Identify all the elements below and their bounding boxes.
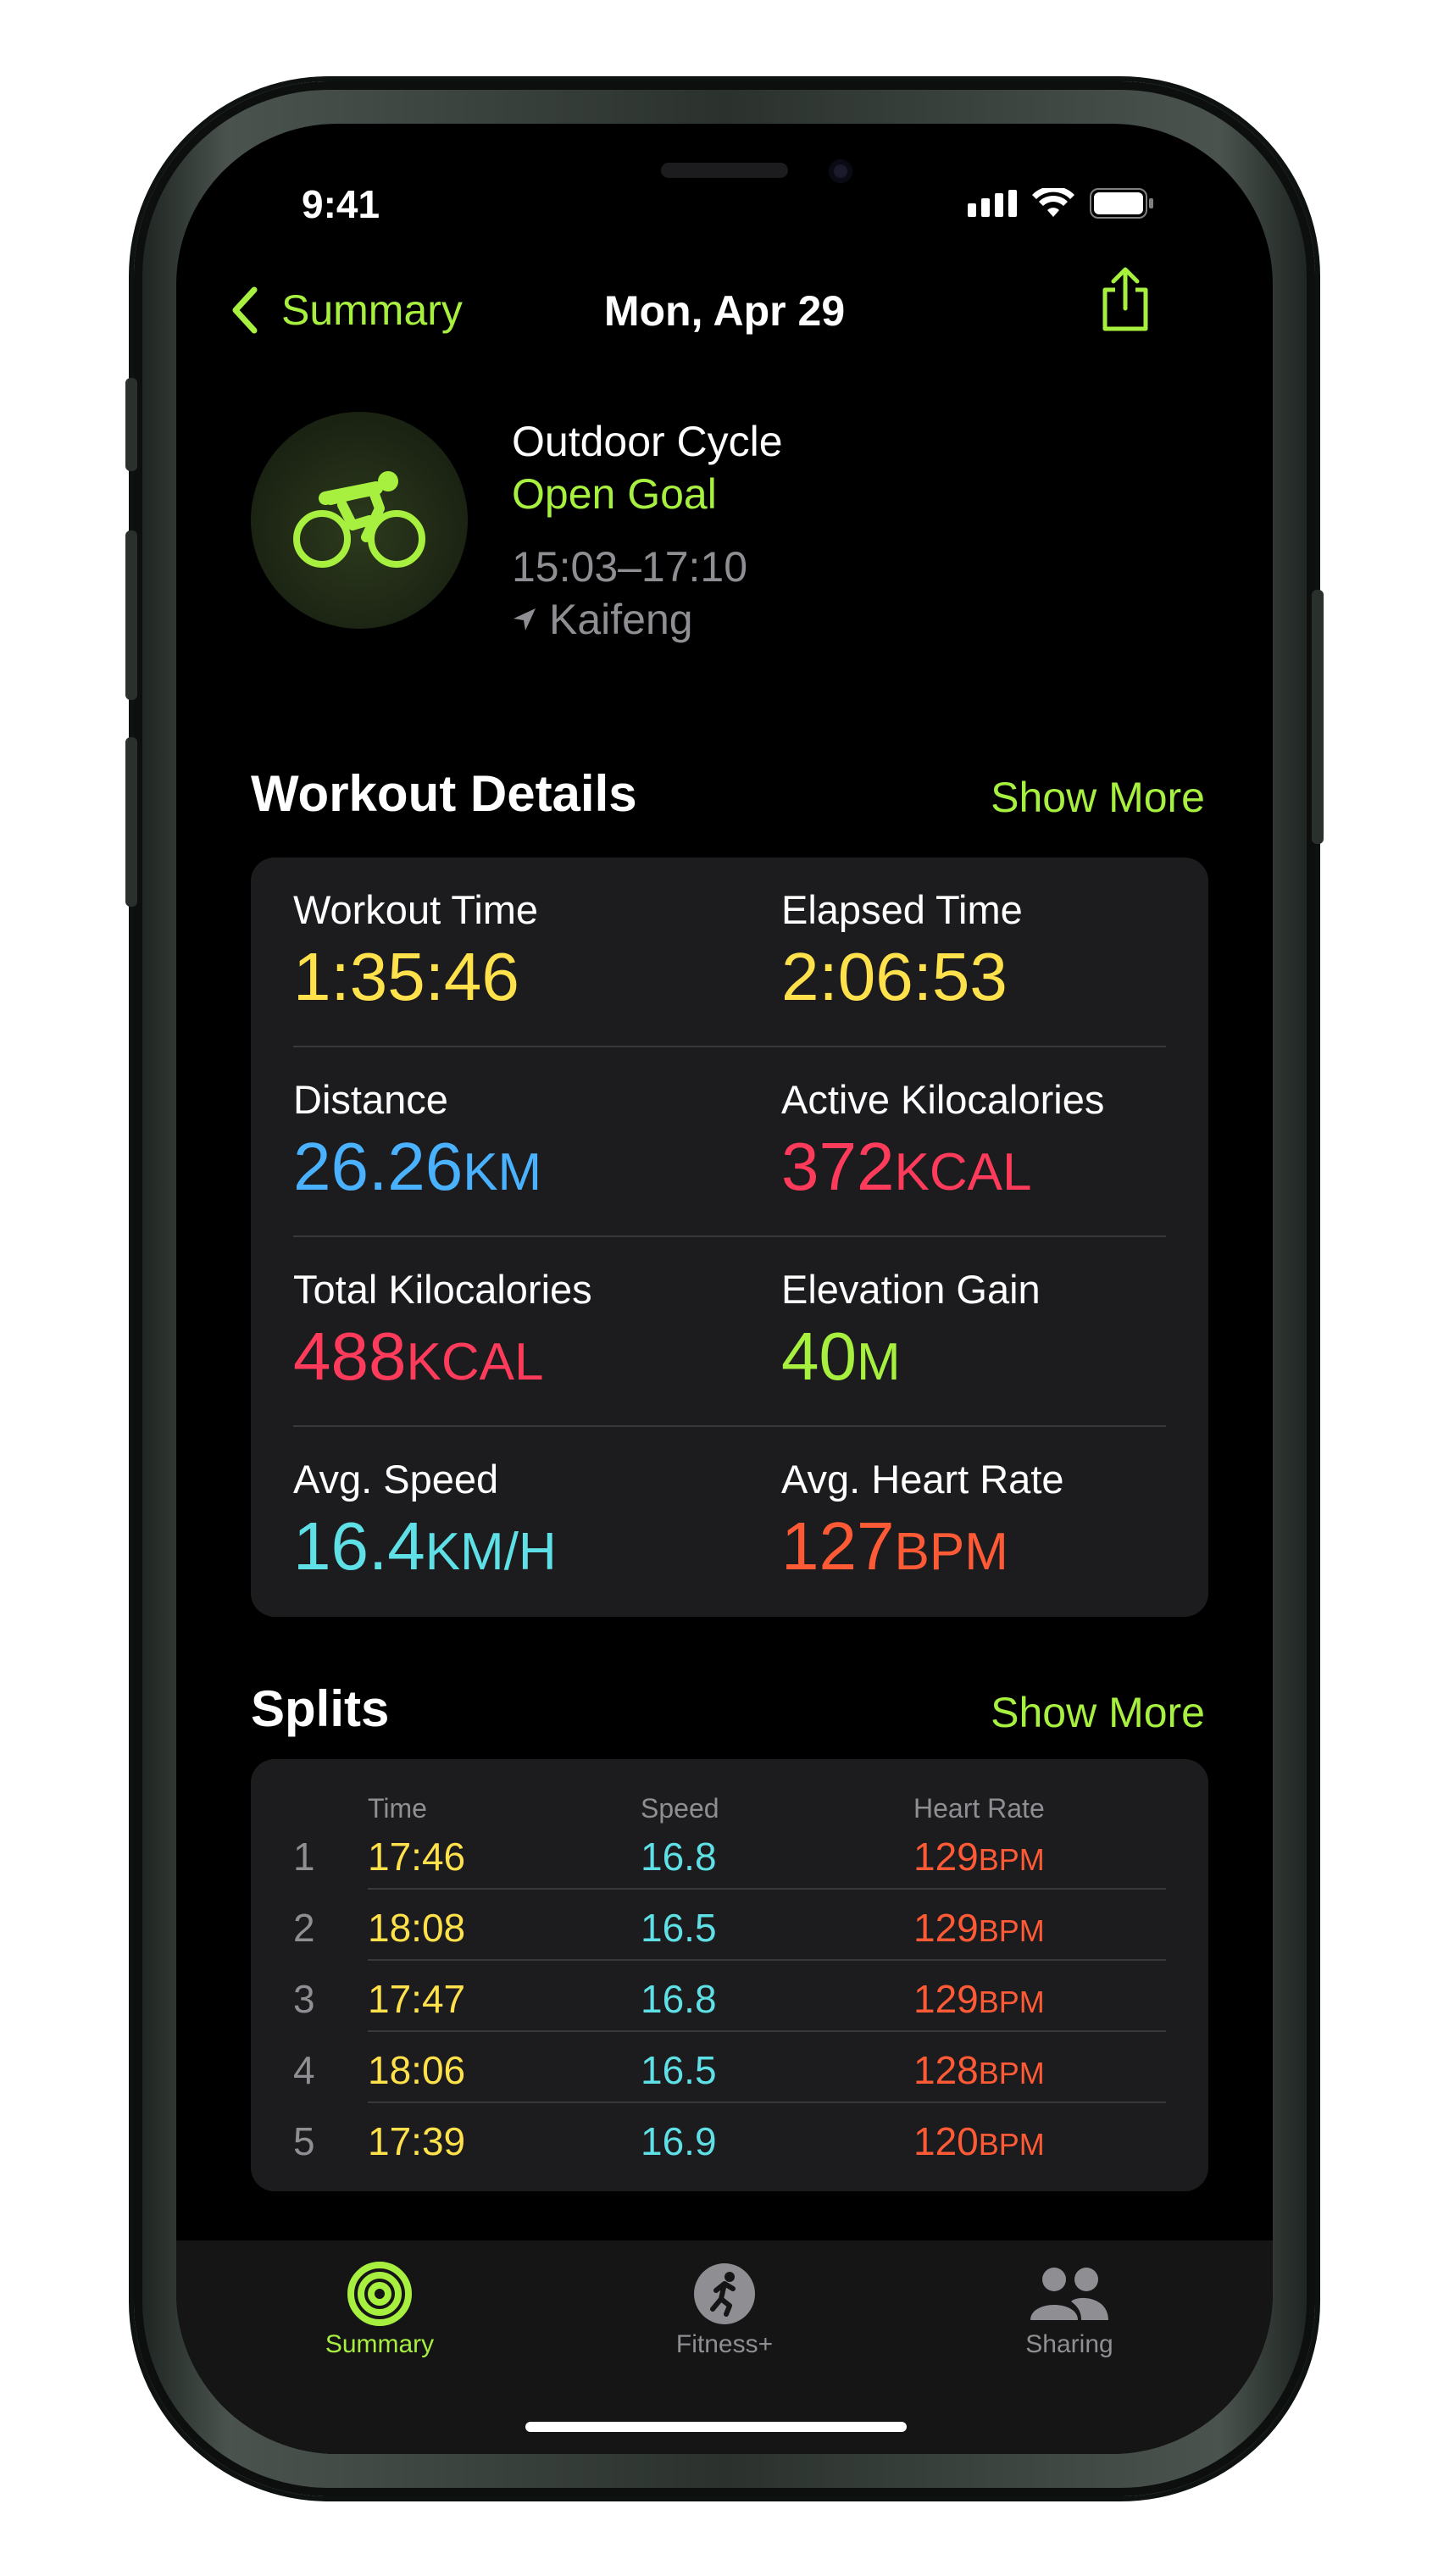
metric-value: 488KCAL — [293, 1319, 544, 1394]
split-index: 5 — [293, 2119, 315, 2163]
tab-summary[interactable]: Summary — [253, 2257, 507, 2359]
splits-card: Time Speed Heart Rate 1 17:46 16.8 129BP… — [251, 1759, 1208, 2191]
metric-label: Avg. Heart Rate — [781, 1457, 1064, 1502]
metric-value: 372KCAL — [781, 1129, 1032, 1204]
split-time: 18:06 — [368, 2048, 466, 2092]
metric-value: 16.4KM/H — [293, 1508, 557, 1584]
workout-type-badge — [251, 412, 468, 629]
split-time: 18:08 — [368, 1906, 466, 1950]
split-time: 17:47 — [368, 1977, 466, 2021]
split-index: 1 — [293, 1835, 315, 1879]
activity-rings-icon — [347, 2262, 412, 2326]
metric-elapsed-time: Elapsed Time 2:06:53 — [781, 886, 1256, 1016]
tab-label: Fitness+ — [675, 2330, 774, 2358]
tab-bar: Summary Fitness+ Sharing — [176, 2240, 1273, 2454]
metric-avg-heart-rate: Avg. Heart Rate 127BPM — [781, 1456, 1256, 1585]
split-speed: 16.9 — [641, 2119, 717, 2163]
side-button — [1312, 590, 1324, 844]
metric-label: Elapsed Time — [781, 887, 1023, 932]
tab-fitness-plus[interactable]: Fitness+ — [597, 2257, 852, 2359]
divider — [293, 1235, 1166, 1237]
metric-label: Distance — [293, 1077, 448, 1122]
split-heart-rate: 128BPM — [913, 2048, 1045, 2092]
metric-label: Elevation Gain — [781, 1267, 1041, 1312]
split-time: 17:46 — [368, 1835, 466, 1879]
metric-value: 127BPM — [781, 1508, 1008, 1584]
tab-label: Sharing — [1025, 2330, 1113, 2358]
volume-down-button — [125, 737, 137, 907]
status-icons — [968, 188, 1154, 219]
metric-label: Workout Time — [293, 887, 539, 932]
split-heart-rate: 129BPM — [913, 1835, 1045, 1879]
screen: 9:41 Summary Mon, Apr 29 Outdoor Cycle O… — [176, 124, 1273, 2454]
metric-value: 1:35:46 — [293, 939, 519, 1014]
metric-total-kilocalories: Total Kilocalories 488KCAL — [293, 1266, 768, 1396]
volume-up-button — [125, 530, 137, 700]
split-row: 5 17:39 16.9 120BPM — [251, 2103, 1208, 2174]
metric-label: Avg. Speed — [293, 1457, 499, 1502]
split-time: 17:39 — [368, 2119, 466, 2163]
split-index: 3 — [293, 1977, 315, 2021]
metric-distance: Distance 26.26KM — [293, 1076, 768, 1206]
earpiece-speaker — [661, 163, 788, 178]
battery-icon — [1090, 188, 1153, 219]
tab-label: Summary — [325, 2330, 435, 2358]
workout-details-show-more[interactable]: Show More — [991, 773, 1205, 822]
metric-avg-speed: Avg. Speed 16.4KM/H — [293, 1456, 768, 1585]
metric-value: 26.26KM — [293, 1129, 542, 1204]
metric-active-kilocalories: Active Kilocalories 372KCAL — [781, 1076, 1256, 1206]
split-speed: 16.8 — [641, 1977, 717, 2021]
tab-sharing[interactable]: Sharing — [942, 2257, 1196, 2359]
workout-details-card: Workout Time 1:35:46 Elapsed Time 2:06:5… — [251, 858, 1208, 1617]
divider — [293, 1425, 1166, 1427]
divider — [293, 1046, 1166, 1047]
split-row: 1 17:46 16.8 129BPM — [251, 1818, 1208, 1890]
split-heart-rate: 129BPM — [913, 1906, 1045, 1950]
metric-label: Active Kilocalories — [781, 1077, 1105, 1122]
share-button[interactable] — [1098, 266, 1152, 338]
home-indicator[interactable] — [525, 2422, 907, 2432]
metric-label: Total Kilocalories — [293, 1267, 592, 1312]
workout-location: Kaifeng — [512, 595, 693, 644]
location-label: Kaifeng — [549, 596, 693, 643]
metric-value: 2:06:53 — [781, 939, 1008, 1014]
action-button — [125, 378, 137, 471]
split-row: 3 17:47 16.8 129BPM — [251, 1961, 1208, 2032]
workout-type: Outdoor Cycle — [512, 418, 783, 465]
split-speed: 16.5 — [641, 2048, 717, 2092]
share-icon — [1102, 267, 1148, 331]
workout-time-range: 15:03–17:10 — [512, 543, 748, 591]
split-speed: 16.5 — [641, 1906, 717, 1950]
split-row: 4 18:06 16.5 128BPM — [251, 2032, 1208, 2103]
sharing-people-icon — [1030, 2268, 1108, 2320]
split-index: 2 — [293, 1906, 315, 1950]
location-arrow-icon — [514, 608, 536, 630]
splits-show-more[interactable]: Show More — [991, 1688, 1205, 1737]
workout-goal: Open Goal — [512, 470, 717, 518]
splits-heading: Splits — [251, 1680, 390, 1737]
wifi-icon — [1032, 188, 1074, 217]
status-time: 9:41 — [302, 182, 380, 226]
split-row: 2 18:08 16.5 129BPM — [251, 1890, 1208, 1961]
split-speed: 16.8 — [641, 1835, 717, 1879]
split-heart-rate: 129BPM — [913, 1977, 1045, 2021]
metric-elevation-gain: Elevation Gain 40M — [781, 1266, 1256, 1396]
split-index: 4 — [293, 2048, 315, 2092]
metric-workout-time: Workout Time 1:35:46 — [293, 886, 768, 1016]
cellular-signal-icon — [968, 190, 1017, 217]
cycling-icon — [293, 471, 425, 568]
split-heart-rate: 120BPM — [913, 2119, 1045, 2163]
metric-value: 40M — [781, 1319, 901, 1394]
front-camera — [829, 159, 852, 183]
fitness-runner-icon — [694, 2263, 755, 2324]
workout-details-heading: Workout Details — [251, 765, 637, 822]
